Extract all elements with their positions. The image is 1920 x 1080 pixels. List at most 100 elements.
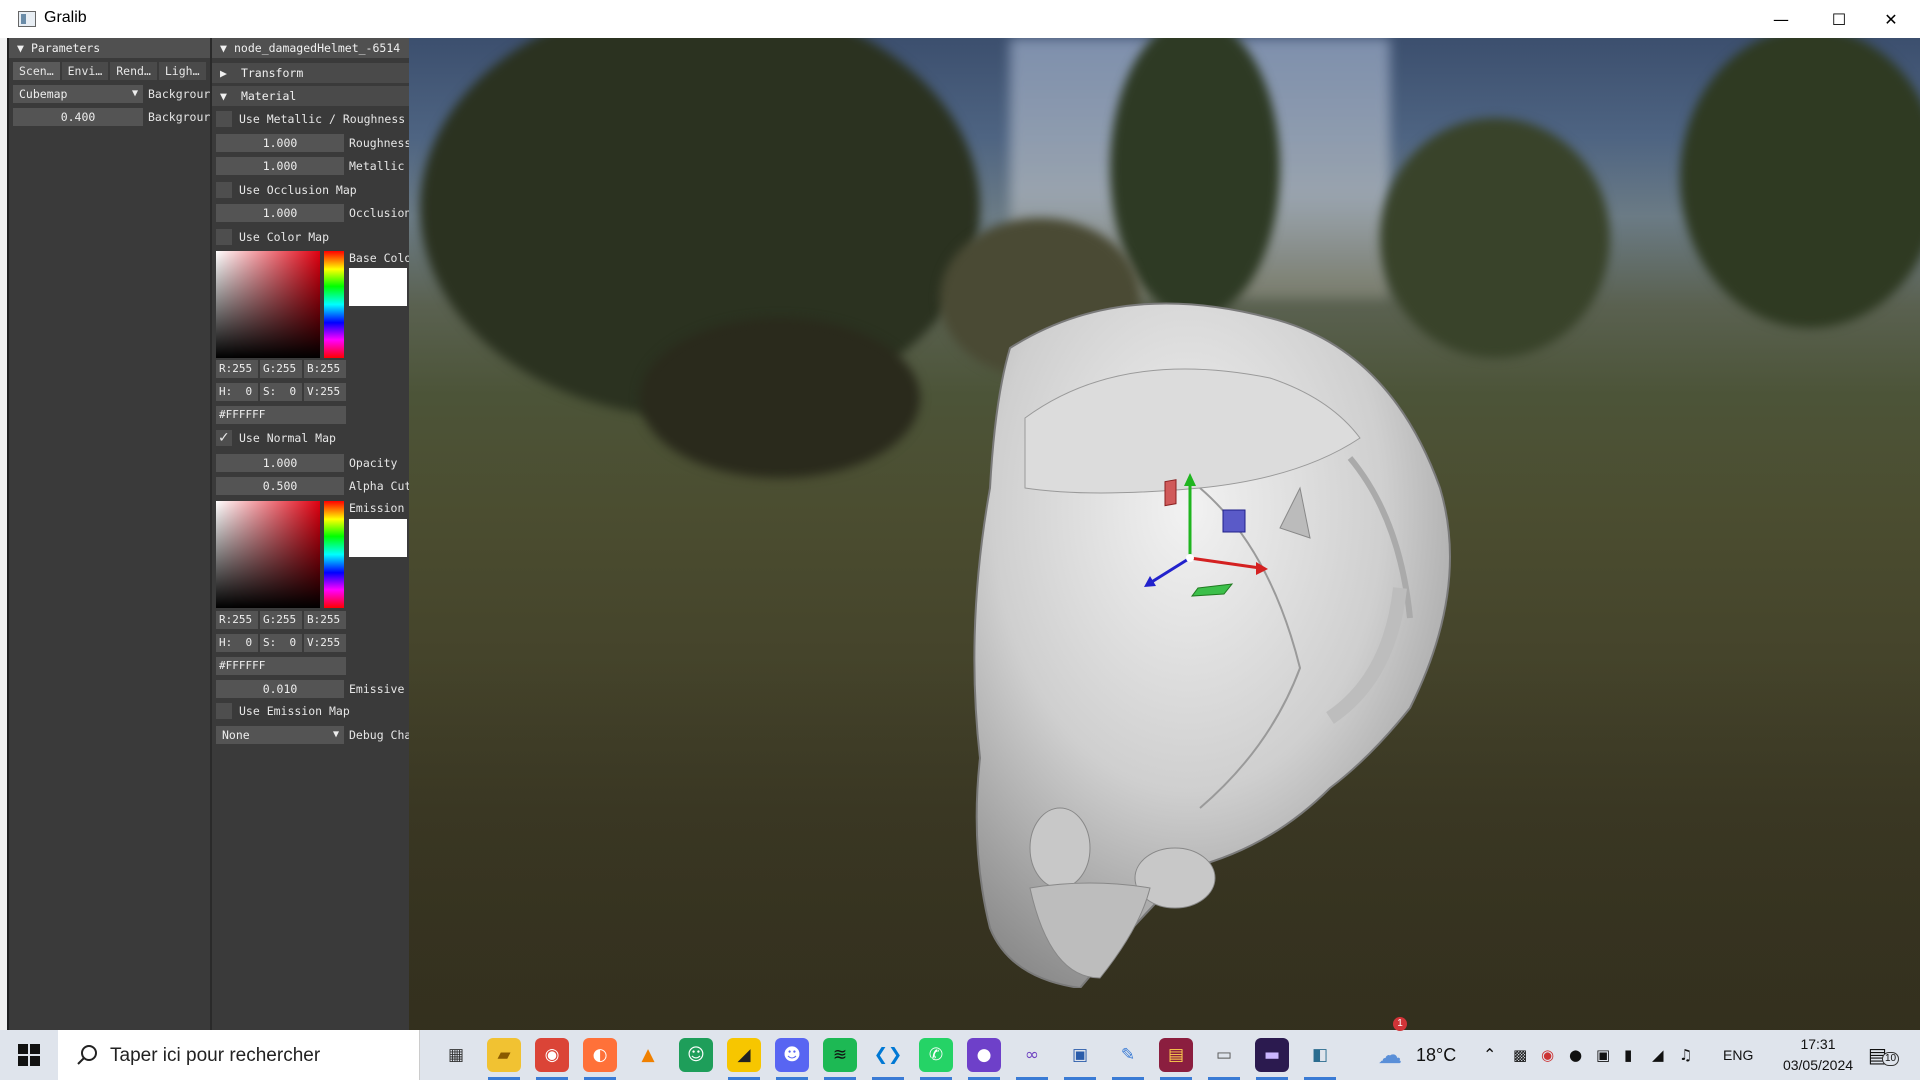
window-left-edge <box>0 38 7 1030</box>
emission-color-g[interactable]: G:255 <box>260 611 302 629</box>
use-color-map-checkbox[interactable]: Use Color Map <box>212 228 409 246</box>
spotify-icon[interactable]: ≋ <box>823 1038 857 1072</box>
github-icon[interactable]: ● <box>967 1038 1001 1072</box>
saturation-value-square[interactable] <box>216 251 320 358</box>
terminal-icon[interactable]: ▬ <box>1255 1038 1289 1072</box>
base-color-v[interactable]: V:255 <box>304 383 346 401</box>
tab-environment[interactable]: Envi… <box>61 62 109 80</box>
display-icon[interactable]: ▣ <box>1596 1030 1610 1080</box>
metallic-field[interactable]: 1.000 <box>216 157 344 175</box>
base-color-swatch[interactable] <box>349 268 407 306</box>
base-color-b[interactable]: B:255 <box>304 360 346 378</box>
vlc-icon[interactable]: ▲ <box>631 1038 665 1072</box>
background-intensity-field[interactable]: 0.400 <box>13 108 143 126</box>
window-title-bar[interactable]: Gralib — ☐ ✕ <box>0 0 1920 39</box>
emission-color-s[interactable]: S: 0 <box>260 634 302 652</box>
notifications-icon[interactable]: ▤ 10 <box>1868 1030 1900 1080</box>
base-color-picker[interactable] <box>212 251 344 358</box>
roughness-field[interactable]: 1.000 <box>216 134 344 152</box>
firefox-icon[interactable]: ◐ <box>583 1038 617 1072</box>
taskbar-search-box[interactable]: Taper ici pour rechercher <box>58 1030 420 1080</box>
collapse-triangle-icon: ▼ <box>220 89 227 103</box>
metallic-label: Metallic <box>349 159 405 173</box>
wifi-icon[interactable]: ◢ <box>1652 1030 1664 1080</box>
emission-color-swatch[interactable] <box>349 519 407 557</box>
search-icon <box>77 1045 97 1065</box>
image-viewer-icon[interactable]: ▭ <box>1207 1038 1241 1072</box>
expand-triangle-icon: ▶ <box>220 66 227 80</box>
background-combo[interactable]: Cubemap ▼ <box>13 85 143 103</box>
tab-scene[interactable]: Scen… <box>13 62 60 80</box>
base-color-hex[interactable]: #FFFFFF <box>216 406 346 424</box>
tree-far-right <box>1680 38 1920 328</box>
clock[interactable]: 17:31 03/05/2024 <box>1778 1034 1858 1076</box>
checkbox-box <box>216 703 232 719</box>
occlusion-field[interactable]: 1.000 <box>216 204 344 222</box>
tray-device-icon[interactable]: ▩ <box>1513 1030 1527 1080</box>
language-indicator[interactable]: ENG <box>1723 1030 1753 1080</box>
antivirus-icon[interactable]: ◉ <box>1541 1030 1554 1080</box>
parameters-tabs: Scen… Envi… Rend… Ligh… <box>13 62 206 80</box>
visual-studio-icon[interactable]: ∞ <box>1015 1038 1049 1072</box>
maximize-icon: ☐ <box>1831 9 1847 29</box>
network-share-icon[interactable]: ▣ <box>1063 1038 1097 1072</box>
base-color-r[interactable]: R:255 <box>216 360 258 378</box>
hue-bar[interactable] <box>324 501 344 608</box>
file-explorer-icon[interactable]: ▰ <box>487 1038 521 1072</box>
emission-color-v[interactable]: V:255 <box>304 634 346 652</box>
base-color-h[interactable]: H: 0 <box>216 383 258 401</box>
emission-color-r[interactable]: R:255 <box>216 611 258 629</box>
tree-trunk-shadow <box>640 318 920 478</box>
use-normal-map-checkbox[interactable]: Use Normal Map <box>212 429 409 447</box>
checkbox-checked-icon <box>216 429 232 447</box>
microphone-icon[interactable]: ● <box>1569 1030 1582 1080</box>
whatsapp-icon[interactable]: ✆ <box>919 1038 953 1072</box>
use-metallic-roughness-checkbox[interactable]: Use Metallic / Roughness <box>212 110 409 128</box>
transform-header[interactable]: ▶ Transform <box>212 63 409 83</box>
battery-icon[interactable]: ▮ <box>1624 1030 1632 1080</box>
emission-color-picker[interactable] <box>212 501 344 608</box>
weather-alert-badge: 1 <box>1393 1017 1407 1031</box>
checkbox-label: Use Emission Map <box>239 704 350 718</box>
app-icon <box>18 11 36 27</box>
emission-color-h[interactable]: H: 0 <box>216 634 258 652</box>
saturation-value-square[interactable] <box>216 501 320 608</box>
start-button[interactable] <box>0 1030 58 1080</box>
gralib-app-icon[interactable]: ◧ <box>1303 1038 1337 1072</box>
tab-render[interactable]: Rend… <box>110 62 157 80</box>
parameters-panel: ▼ Parameters Scen… Envi… Rend… Ligh… Cube… <box>7 38 212 1030</box>
base-color-s[interactable]: S: 0 <box>260 383 302 401</box>
checkbox-box <box>216 111 232 127</box>
vscode-icon[interactable]: ❮❯ <box>871 1038 905 1072</box>
material-header[interactable]: ▼ Material <box>212 86 409 106</box>
helmet-model[interactable] <box>970 288 1490 988</box>
tray-overflow-icon[interactable]: ⌃ <box>1483 1030 1496 1080</box>
base-color-g[interactable]: G:255 <box>260 360 302 378</box>
task-view-icon[interactable]: ▦ <box>439 1038 473 1072</box>
taskbar: Taper ici pour rechercher ▦ ▰ ◉ ◐ ▲ ☺ ◢ ☻ ≋ ❮❯ ✆ ● ∞… <box>0 1017 1920 1080</box>
tab-lights[interactable]: Ligh… <box>158 62 206 80</box>
chrome-icon[interactable]: ◉ <box>535 1038 569 1072</box>
sticky-notes-icon[interactable]: ◢ <box>727 1038 761 1072</box>
emission-color-hex[interactable]: #FFFFFF <box>216 657 346 675</box>
use-occlusion-map-checkbox[interactable]: Use Occlusion Map <box>212 181 409 199</box>
debug-channel-combo[interactable]: None ▼ <box>216 726 344 744</box>
contacts-icon[interactable]: ☺ <box>679 1038 713 1072</box>
background-combo-value: Cubemap <box>19 87 68 101</box>
winrar-icon[interactable]: ▤ <box>1159 1038 1193 1072</box>
node-header[interactable]: ▼ node_damagedHelmet_-6514 <box>212 38 409 58</box>
emissive-field[interactable]: 0.010 <box>216 680 344 698</box>
background-label: Backgrour <box>148 87 211 101</box>
emission-color-b[interactable]: B:255 <box>304 611 346 629</box>
parameters-header[interactable]: ▼ Parameters <box>9 38 212 58</box>
close-button[interactable]: ✕ <box>1862 0 1920 38</box>
volume-icon[interactable]: ♫ <box>1679 1030 1692 1080</box>
minimize-button[interactable]: — <box>1752 0 1810 38</box>
maximize-button[interactable]: ☐ <box>1810 0 1868 38</box>
paint-icon[interactable]: ✎ <box>1111 1038 1145 1072</box>
opacity-field[interactable]: 1.000 <box>216 454 344 472</box>
use-emission-map-checkbox[interactable]: Use Emission Map <box>212 702 409 720</box>
discord-icon[interactable]: ☻ <box>775 1038 809 1072</box>
hue-bar[interactable] <box>324 251 344 358</box>
alpha-cutoff-field[interactable]: 0.500 <box>216 477 344 495</box>
